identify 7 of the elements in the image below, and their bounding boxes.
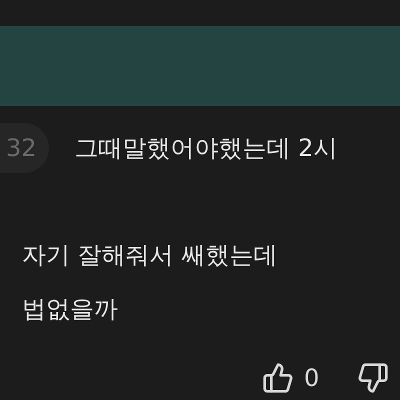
- comment-text: 법없을까: [22, 294, 119, 324]
- comment-text: 자기 잘해줘서 쌔했는데: [22, 240, 278, 270]
- comment-text: 그때말했어야했는데 2시: [74, 133, 338, 163]
- dislike-button[interactable]: [357, 362, 390, 394]
- like-button[interactable]: [262, 362, 294, 394]
- like-count: 0: [304, 363, 320, 393]
- reply-count: 32: [0, 123, 49, 173]
